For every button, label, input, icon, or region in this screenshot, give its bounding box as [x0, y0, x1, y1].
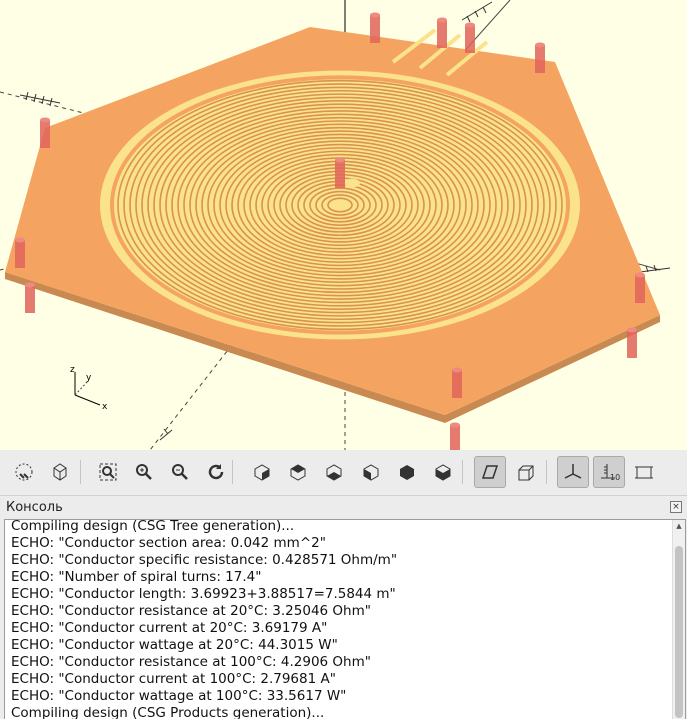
console-line: ECHO: "Conductor resistance at 100°C: 4.…	[11, 654, 371, 670]
spiral-coil	[100, 70, 580, 340]
view-bottom-icon	[326, 464, 342, 481]
preview-button[interactable]	[8, 456, 40, 488]
toolbar-separator	[546, 460, 547, 484]
view-all-icon	[99, 463, 117, 481]
mounting-pin	[635, 272, 645, 303]
scale-markers-icon: 10	[601, 464, 620, 482]
view-front-icon	[400, 465, 414, 480]
view-left-icon	[363, 464, 379, 481]
view-front-button[interactable]	[391, 456, 423, 488]
svg-text:10: 10	[610, 473, 620, 482]
scroll-thumb[interactable]	[675, 546, 683, 718]
zoom-out-icon	[172, 464, 188, 480]
coil-center-pad	[344, 178, 360, 188]
orthogonal-icon	[518, 465, 534, 481]
console-line: ECHO: "Number of spiral turns: 17.4"	[11, 569, 262, 585]
toolbar-separator	[232, 460, 233, 484]
mounting-pin	[335, 157, 345, 188]
mounting-pin	[370, 12, 380, 43]
console-line: ECHO: "Conductor resistance at 20°C: 3.2…	[11, 603, 371, 619]
axis-indicator: z y x	[70, 365, 108, 412]
console-line: ECHO: "Conductor specific resistance: 0.…	[11, 552, 398, 568]
console-line: ECHO: "Conductor length: 3.69923+3.88517…	[11, 586, 396, 602]
perspective-icon	[481, 465, 499, 479]
render-button[interactable]	[44, 456, 76, 488]
view-left-button[interactable]	[355, 456, 387, 488]
toolbar-separator	[80, 460, 81, 484]
console-line: ECHO: "Conductor wattage at 100°C: 33.56…	[11, 688, 347, 704]
console-close-button[interactable]: ×	[670, 501, 682, 513]
zoom-in-button[interactable]	[128, 456, 160, 488]
console-lines: Compiling design (CSG Tree generation)..…	[11, 519, 671, 719]
show-edges-icon	[635, 466, 653, 479]
console-line: ECHO: "Conductor current at 20°C: 3.6917…	[11, 620, 328, 636]
axis-y-label: y	[86, 373, 92, 383]
reset-view-button[interactable]	[200, 456, 232, 488]
mounting-pin	[535, 42, 545, 73]
show-axes-button[interactable]	[557, 456, 589, 488]
view-top-button[interactable]	[282, 456, 314, 488]
show-axes-icon	[564, 464, 582, 479]
axis-x-label: x	[102, 402, 108, 412]
console-line: Compiling design (CSG Products generatio…	[11, 705, 325, 719]
mounting-pin	[452, 367, 462, 398]
console-line: Compiling design (CSG Tree generation)..…	[11, 519, 295, 534]
mounting-pin	[15, 237, 25, 268]
console-line: ECHO: "Conductor current at 100°C: 2.796…	[11, 671, 336, 687]
console-header: Консоль ×	[0, 497, 687, 519]
view-right-button[interactable]	[246, 456, 278, 488]
scroll-up-arrow-icon[interactable]: ▲	[673, 520, 685, 532]
console-line: ECHO: "Conductor section area: 0.042 mm^…	[11, 535, 326, 551]
show-edges-button[interactable]	[628, 456, 660, 488]
view-back-icon	[435, 464, 451, 481]
view-top-icon	[290, 464, 306, 481]
console-line: ECHO: "Conductor wattage at 20°C: 44.301…	[11, 637, 338, 653]
view-bottom-button[interactable]	[318, 456, 350, 488]
perspective-button[interactable]	[474, 456, 506, 488]
preview-icon	[15, 463, 33, 481]
view-right-icon	[254, 464, 270, 481]
axis-z-label: z	[70, 365, 75, 375]
mounting-pin	[450, 422, 460, 450]
view-back-button[interactable]	[427, 456, 459, 488]
view-toolbar: 10	[0, 450, 687, 496]
mounting-pin	[465, 22, 475, 53]
console-title: Консоль	[6, 500, 63, 515]
console-output[interactable]: Compiling design (CSG Tree generation)..…	[4, 519, 686, 719]
orthogonal-button[interactable]	[510, 456, 542, 488]
reset-view-icon	[208, 464, 224, 480]
show-scale-markers-button[interactable]: 10	[593, 456, 625, 488]
render-icon	[53, 463, 67, 481]
toolbar-separator	[462, 460, 463, 484]
zoom-in-icon	[136, 464, 152, 480]
mounting-pin	[437, 17, 447, 48]
mounting-pin	[25, 282, 35, 313]
view-all-button[interactable]	[92, 456, 124, 488]
console-scrollbar[interactable]: ▲	[672, 520, 685, 719]
mounting-pin	[40, 117, 50, 148]
zoom-out-button[interactable]	[164, 456, 196, 488]
3d-scene[interactable]: z y x	[0, 0, 687, 450]
3d-viewport[interactable]: z y x	[0, 0, 687, 450]
mounting-pin	[627, 327, 637, 358]
